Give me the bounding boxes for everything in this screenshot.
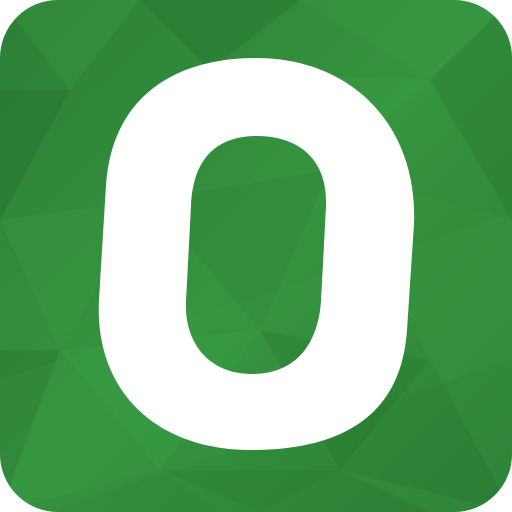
app-icon-graphic (0, 0, 512, 512)
app-icon[interactable] (0, 0, 512, 512)
